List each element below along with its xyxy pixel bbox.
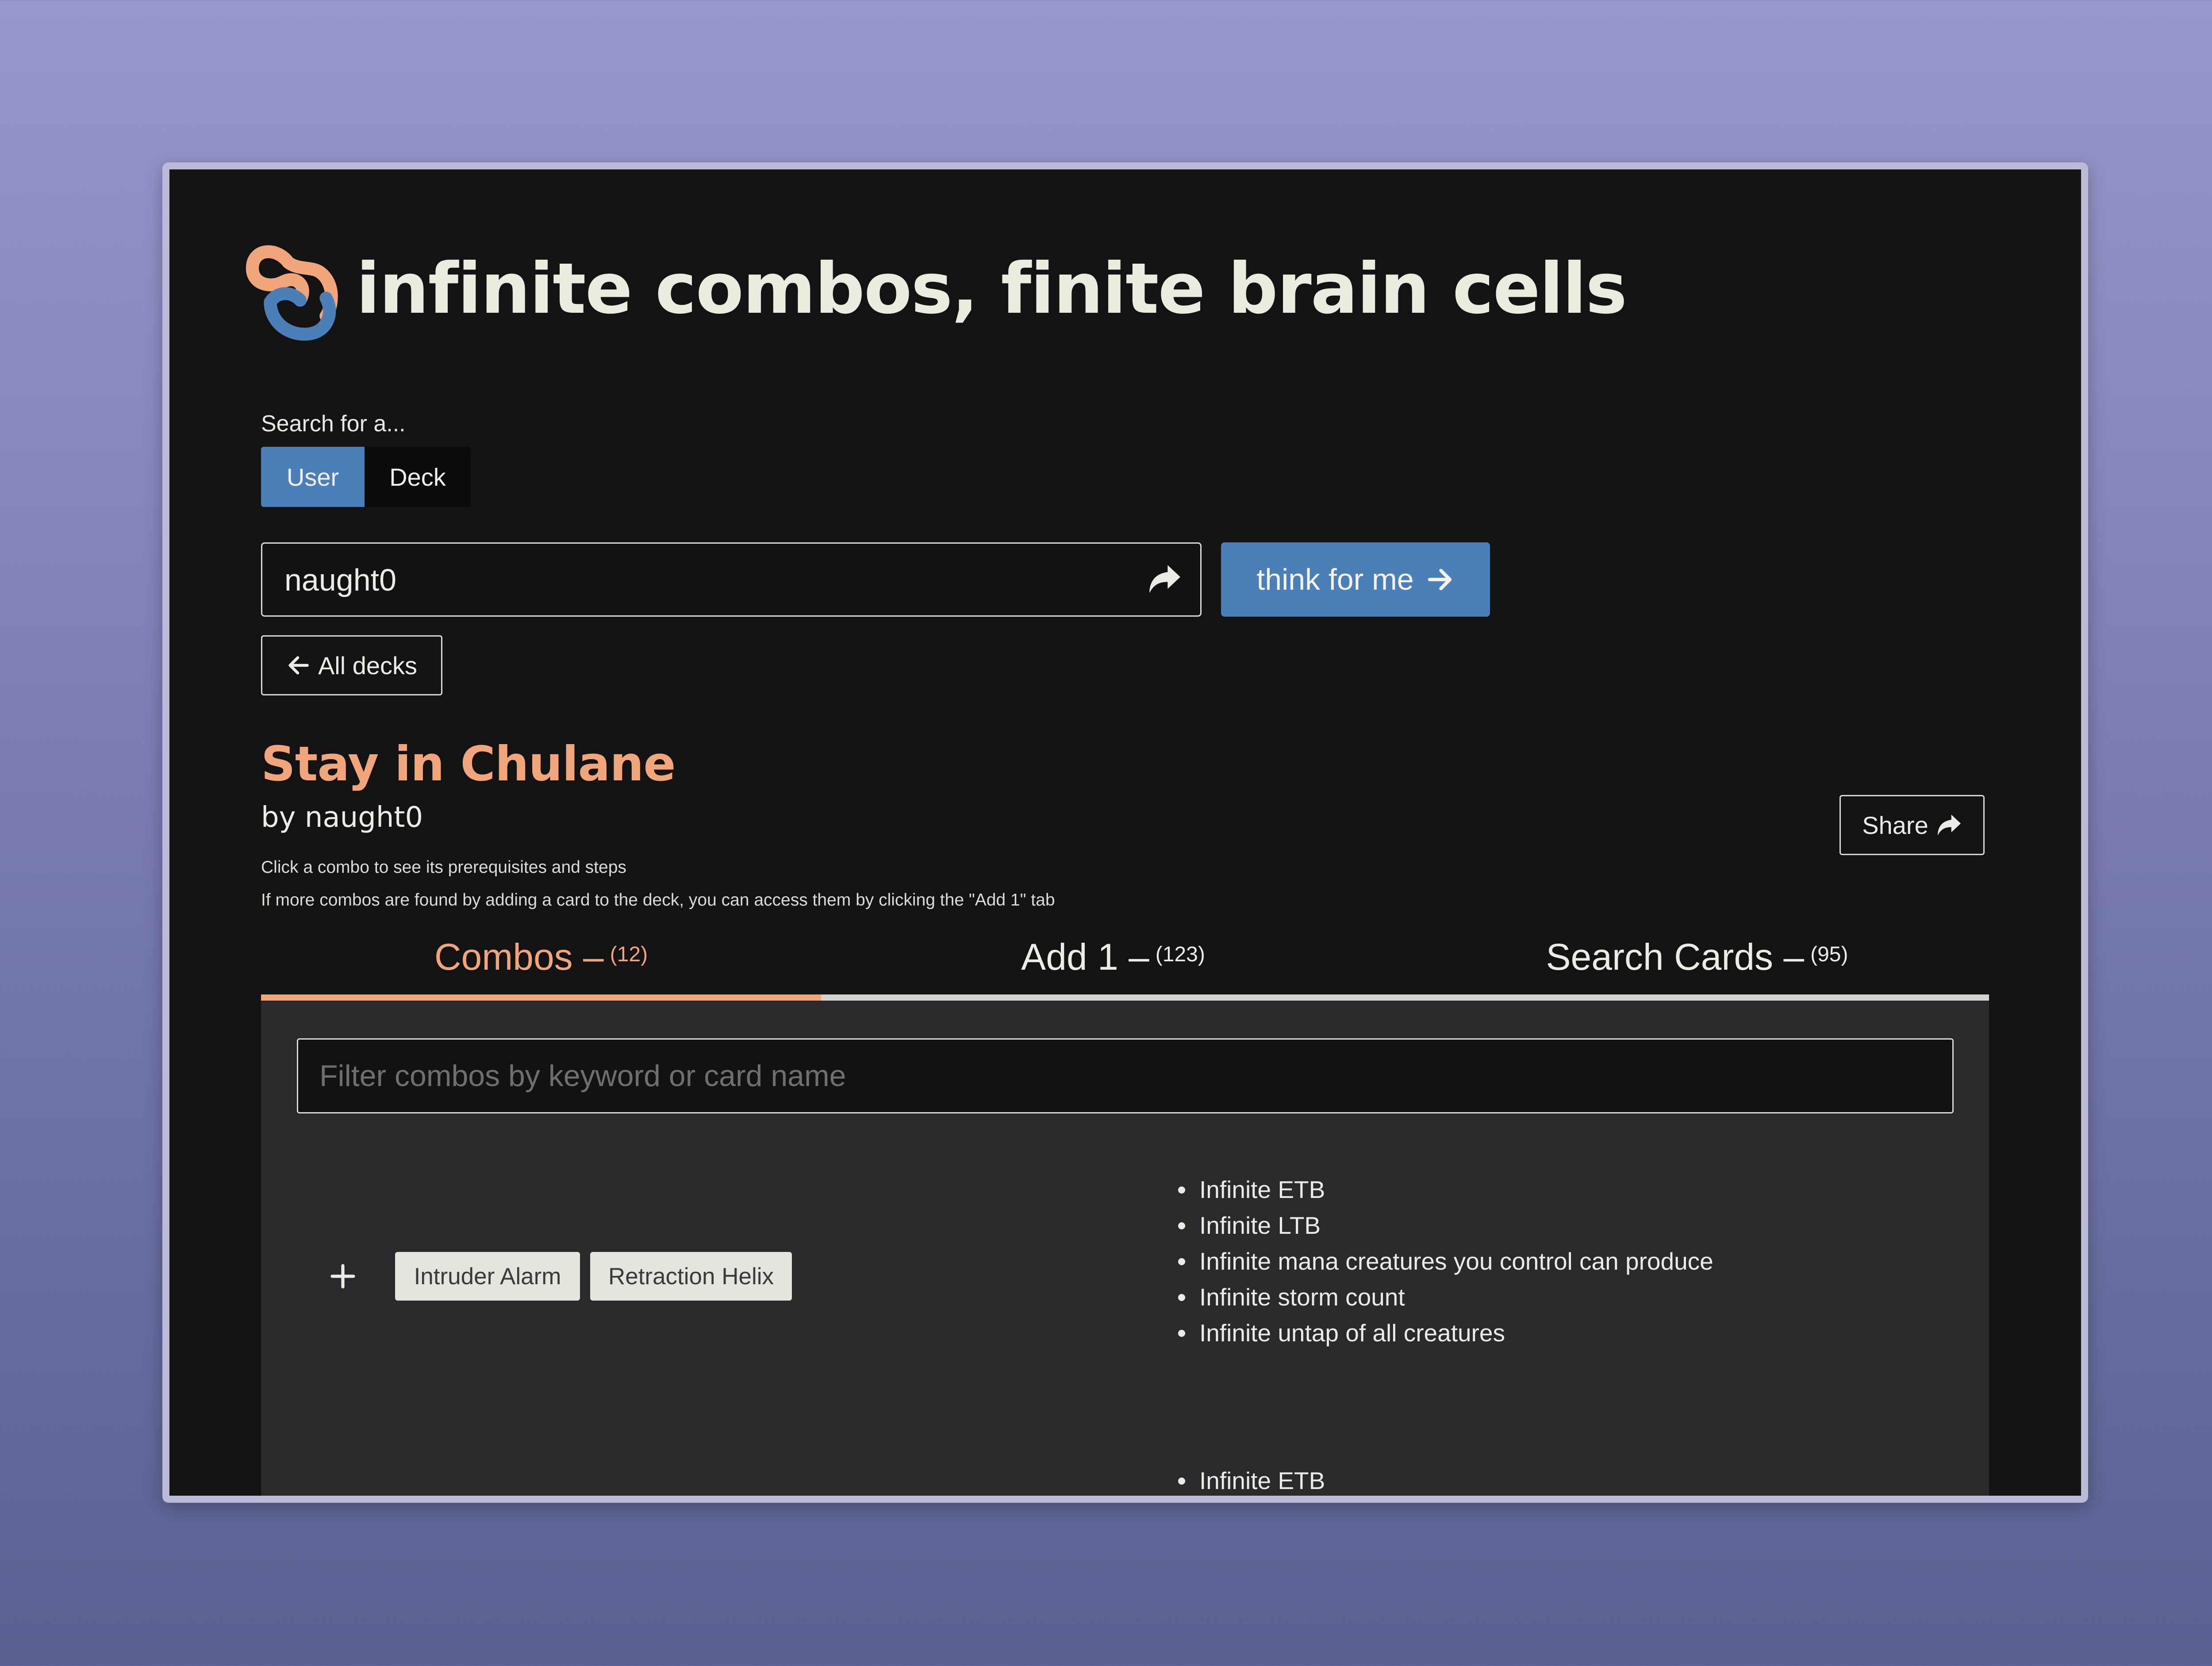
- combo-result: Infinite untap of all creatures: [1178, 1315, 1713, 1351]
- combo-result: Infinite mana creatures you control can …: [1178, 1244, 1713, 1279]
- tab-combos-label: Combos –: [434, 936, 604, 978]
- all-decks-button[interactable]: All decks: [261, 635, 442, 695]
- add-one-hint-text: If more combos are found by adding a car…: [261, 891, 1055, 910]
- combo-results-list: Infinite ETB Infinite LTB Infinite mana …: [1175, 1172, 1713, 1351]
- tab-combos-count: (12): [610, 942, 648, 966]
- deck-title: Stay in Chulane: [261, 737, 676, 792]
- tab-search-cards[interactable]: Search Cards – (95): [1405, 921, 1989, 992]
- think-for-me-label: think for me: [1256, 563, 1414, 596]
- browser-frame: infinite combos, finite brain cells Sear…: [162, 162, 2088, 1503]
- deck-author: by naught0: [261, 801, 423, 834]
- search-input[interactable]: [284, 544, 1126, 616]
- tab-search-cards-count: (95): [1810, 942, 1848, 966]
- app-title: infinite combos, finite brain cells: [356, 248, 1627, 330]
- arrow-right-icon: [1428, 568, 1452, 591]
- tab-search-cards-label: Search Cards –: [1546, 936, 1805, 978]
- search-mode-deck-button[interactable]: Deck: [365, 447, 471, 507]
- tab-add-one[interactable]: Add 1 – (123): [821, 921, 1405, 992]
- tab-add-one-label: Add 1 –: [1021, 936, 1149, 978]
- app-logo-icon: [246, 245, 338, 341]
- share-arrow-icon[interactable]: [1148, 564, 1182, 595]
- tab-active-indicator: [261, 994, 821, 1001]
- combo-filter-input[interactable]: [297, 1038, 1954, 1113]
- combo-result: Infinite LTB: [1178, 1208, 1713, 1244]
- think-for-me-button[interactable]: think for me: [1221, 542, 1490, 617]
- app-window: infinite combos, finite brain cells Sear…: [169, 169, 2081, 1496]
- card-tag[interactable]: Retraction Helix: [590, 1252, 792, 1301]
- search-mode-label: Search for a...: [261, 411, 406, 437]
- combo-result: Infinite storm count: [1178, 1279, 1713, 1315]
- arrow-left-icon: [288, 656, 309, 675]
- card-tag[interactable]: Intruder Alarm: [395, 1252, 580, 1301]
- combo-row[interactable]: Infinite ETB: [261, 1443, 1989, 1496]
- all-decks-label: All decks: [318, 651, 418, 679]
- combo-result: Infinite ETB: [1178, 1172, 1713, 1208]
- search-mode-toggle: User Deck: [261, 447, 471, 507]
- plus-icon[interactable]: [330, 1263, 356, 1290]
- deck-tabs: Combos – (12) Add 1 – (123) Search Cards…: [261, 921, 1989, 1001]
- share-button[interactable]: Share: [1839, 795, 1985, 855]
- search-field: [261, 542, 1202, 617]
- tab-combos[interactable]: Combos – (12): [261, 921, 821, 992]
- combo-results-list: Infinite ETB: [1175, 1463, 1325, 1496]
- share-icon: [1937, 814, 1961, 836]
- combo-result: Infinite ETB: [1178, 1463, 1325, 1496]
- tab-add-one-count: (123): [1155, 942, 1205, 966]
- combo-hint-text: Click a combo to see its prerequisites a…: [261, 858, 626, 877]
- combo-row[interactable]: Intruder Alarm Retraction Helix Infinite…: [261, 1169, 1989, 1382]
- combos-panel: Intruder Alarm Retraction Helix Infinite…: [261, 1001, 1989, 1496]
- share-label: Share: [1862, 811, 1928, 839]
- search-mode-user-button[interactable]: User: [261, 447, 365, 507]
